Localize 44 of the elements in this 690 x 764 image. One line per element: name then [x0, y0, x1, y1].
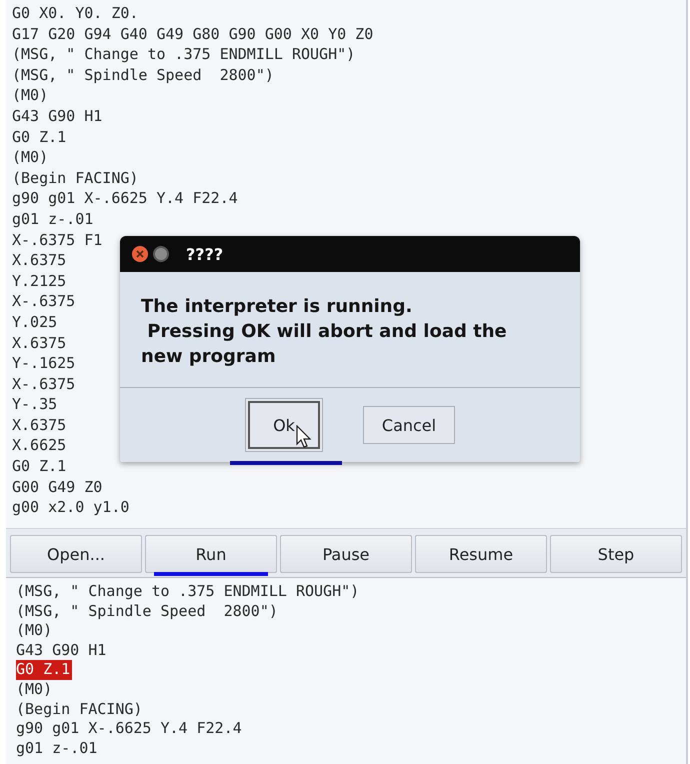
- toolbar-button[interactable]: Run: [145, 535, 277, 573]
- code-line: G0 Z.1: [12, 126, 66, 148]
- code-line: (M0): [12, 147, 48, 168]
- code-line: X-.6375 F1: [12, 230, 102, 250]
- toolbar-button[interactable]: Open...: [10, 535, 142, 573]
- code-line: X.6625: [12, 435, 66, 456]
- code-line: (MSG, " Spindle Speed 2800"): [12, 64, 274, 86]
- code-line: g01 z-.01: [16, 738, 98, 758]
- code-line: G43 G90 H1: [12, 106, 102, 127]
- code-line: G0 X0. Y0. Z0.: [12, 3, 138, 24]
- code-line: G43 G90 H1: [16, 640, 106, 660]
- code-line: Y.2125: [12, 270, 66, 292]
- dialog-button[interactable]: Cancel: [363, 406, 455, 444]
- code-line: X.6375: [12, 250, 66, 271]
- code-line: g90 g01 X-.6625 Y.4 F22.4: [12, 188, 238, 209]
- code-line: g01 z-.01: [12, 208, 94, 230]
- code-line: X.6375: [12, 414, 66, 436]
- dialog-message: The interpreter is running. Pressing OK will abort and load the new program: [141, 295, 508, 369]
- toolbar-button[interactable]: Resume: [415, 535, 547, 573]
- code-line: Y.025: [12, 312, 58, 332]
- code-line: (M0): [16, 621, 52, 641]
- code-line: (M0): [16, 680, 52, 700]
- close-icon[interactable]: [132, 246, 148, 262]
- code-line: (MSG, " Change to .375 ENDMILL ROUGH"): [16, 582, 360, 602]
- minimize-icon[interactable]: [153, 246, 169, 262]
- window-title: ????: [186, 244, 224, 264]
- code-line: (M0): [12, 85, 48, 106]
- code-line: G0 Z.1: [12, 456, 66, 477]
- code-line: X.6375: [12, 332, 66, 354]
- code-line: Y-.35: [12, 394, 58, 415]
- code-line: (MSG, " Change to .375 ENDMILL ROUGH"): [12, 44, 356, 65]
- toolbar-button[interactable]: Pause: [280, 535, 412, 573]
- code-line: (Begin FACING): [12, 168, 138, 188]
- code-line: X-.6375: [12, 291, 76, 312]
- code-line: G00 G49 Z0: [12, 476, 102, 498]
- code-line: (Begin FACING): [16, 700, 142, 720]
- cursor-icon: [296, 425, 312, 449]
- code-line: Y-.1625: [12, 353, 76, 374]
- code-line: X-.6375: [12, 374, 76, 394]
- code-line: g90 g01 X-.6625 Y.4 F22.4: [16, 719, 242, 739]
- toolbar-button[interactable]: Step: [550, 535, 682, 573]
- code-line: G17 G20 G94 G40 G49 G80 G90 G00 X0 Y0 Z0: [12, 24, 374, 44]
- code-line: g00 x2.0 y1.0: [12, 497, 130, 518]
- code-line: (MSG, " Spindle Speed 2800"): [16, 602, 278, 622]
